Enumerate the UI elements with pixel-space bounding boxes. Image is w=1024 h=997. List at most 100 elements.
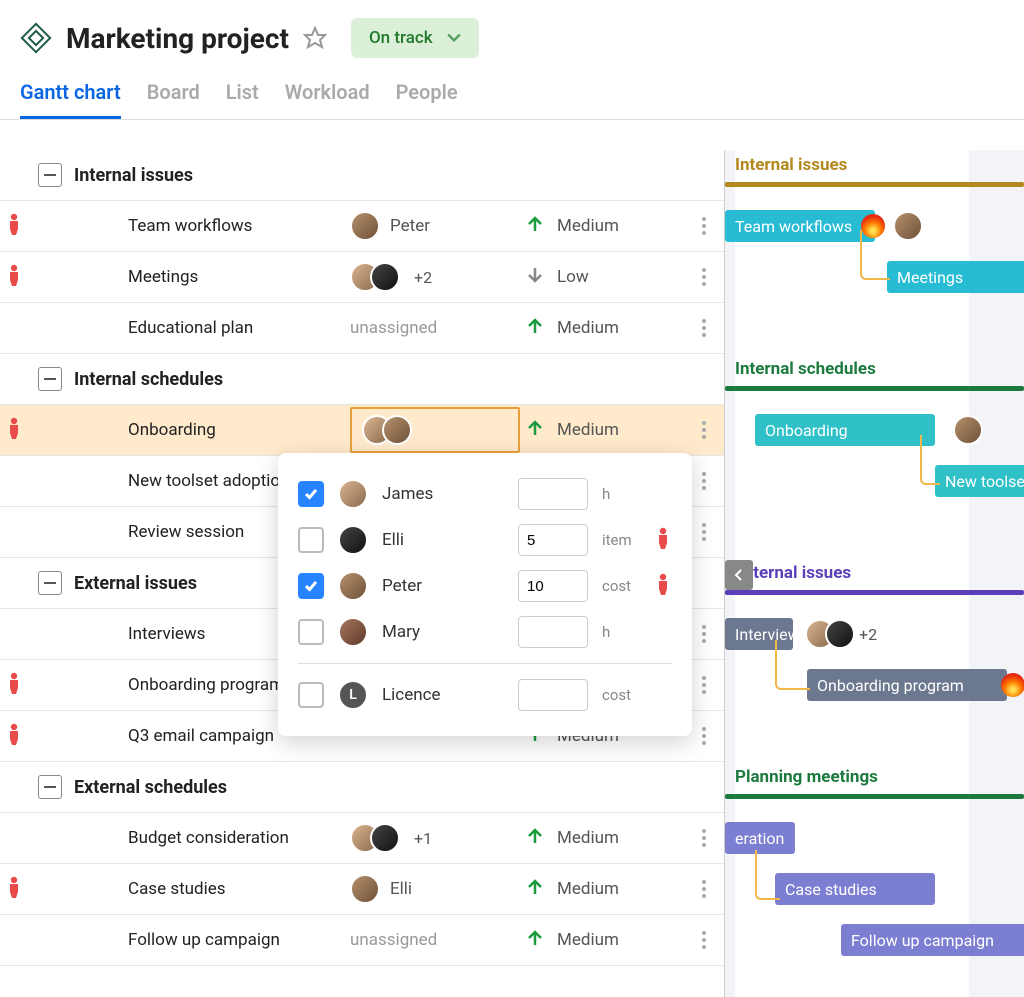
priority-cell[interactable]: Medium <box>525 928 619 953</box>
group-row: Internal issues <box>0 150 724 201</box>
gantt-bar[interactable]: Meetings <box>887 261 1024 293</box>
checkbox[interactable] <box>298 573 324 599</box>
checkbox[interactable] <box>298 682 324 708</box>
tab-gantt-chart[interactable]: Gantt chart <box>20 80 121 119</box>
arrow-up-icon <box>525 316 545 341</box>
allocation-input[interactable] <box>518 679 588 711</box>
task-row[interactable]: Budget consideration +1 Medium <box>0 813 724 864</box>
collapse-toggle[interactable] <box>38 163 62 187</box>
avatar <box>893 211 923 241</box>
tab-people[interactable]: People <box>396 80 458 119</box>
gantt-bar[interactable]: Case studies <box>775 873 935 905</box>
task-row[interactable]: Meetings +2 Low <box>0 252 724 303</box>
gantt-bar[interactable]: Team workflows <box>725 210 875 242</box>
resource-indicator <box>0 672 28 698</box>
avatar <box>953 415 983 445</box>
priority-cell[interactable]: Low <box>525 265 589 290</box>
assignee-option[interactable]: Elliitem <box>298 517 672 563</box>
group-label: External schedules <box>74 777 227 798</box>
task-name: Budget consideration <box>28 828 289 848</box>
allocation-input[interactable] <box>518 524 588 556</box>
assignee-name: James <box>382 484 504 504</box>
more-menu[interactable] <box>694 676 714 694</box>
checkbox[interactable] <box>298 527 324 553</box>
assignee-cell[interactable]: Elli <box>350 874 412 904</box>
task-name: Onboarding <box>28 420 216 440</box>
gantt-bar[interactable]: New toolset adoption <box>935 465 1024 497</box>
more-menu[interactable] <box>694 829 714 847</box>
more-menu[interactable] <box>694 319 714 337</box>
avatar <box>338 617 368 647</box>
dependency-connector <box>920 435 940 485</box>
collapse-toggle[interactable] <box>38 775 62 799</box>
task-name: Q3 email campaign <box>28 726 274 746</box>
gantt-group-label: Planning meetings <box>735 767 878 787</box>
more-menu[interactable] <box>694 472 714 490</box>
more-menu[interactable] <box>694 268 714 286</box>
avatar-group: +2 <box>805 619 877 649</box>
assignee-cell[interactable] <box>350 407 520 453</box>
dependency-connector <box>755 850 780 900</box>
gantt-group-label: Internal schedules <box>735 359 876 379</box>
more-menu[interactable] <box>694 625 714 643</box>
gantt-bar[interactable]: Follow up campaign <box>841 924 1024 956</box>
resource-indicator <box>0 876 28 902</box>
task-name: Interviews <box>28 624 205 644</box>
group-label: Internal schedules <box>74 369 223 390</box>
task-row[interactable]: Follow up campaignunassignedMedium <box>0 915 724 966</box>
chevron-down-icon <box>447 28 461 48</box>
more-menu[interactable] <box>694 727 714 745</box>
flame-icon <box>1001 673 1024 697</box>
assignee-option[interactable]: Maryh <box>298 609 672 655</box>
resource-name: Licence <box>382 685 504 705</box>
gantt-group-bar <box>725 182 1024 187</box>
allocation-input[interactable] <box>518 616 588 648</box>
more-menu[interactable] <box>694 523 714 541</box>
priority-cell[interactable]: Medium <box>525 316 619 341</box>
more-menu[interactable] <box>694 217 714 235</box>
arrow-up-icon <box>525 826 545 851</box>
status-dropdown[interactable]: On track <box>351 18 479 58</box>
more-menu[interactable] <box>694 880 714 898</box>
allocation-input[interactable] <box>518 478 588 510</box>
arrow-up-icon <box>525 214 545 239</box>
task-row[interactable]: Educational planunassignedMedium <box>0 303 724 354</box>
more-menu[interactable] <box>694 931 714 949</box>
assignee-option[interactable]: James h <box>298 471 672 517</box>
unit-label: h <box>602 485 640 503</box>
tab-list[interactable]: List <box>226 80 259 119</box>
task-row[interactable]: Team workflowsPeterMedium <box>0 201 724 252</box>
view-tabs: Gantt chart Board List Workload People <box>0 58 1024 120</box>
priority-cell[interactable]: Medium <box>525 418 619 443</box>
star-icon[interactable] <box>303 26 327 50</box>
task-row[interactable]: Case studiesElliMedium <box>0 864 724 915</box>
resource-option[interactable]: LLicencecost <box>298 672 672 718</box>
group-label: External issues <box>74 573 197 594</box>
collapse-toggle[interactable] <box>38 367 62 391</box>
checkbox[interactable] <box>298 481 324 507</box>
gantt-bar[interactable]: Onboarding <box>755 414 935 446</box>
more-menu[interactable] <box>694 421 714 439</box>
assignee-name: Peter <box>382 576 504 596</box>
tab-board[interactable]: Board <box>147 80 200 119</box>
checkbox[interactable] <box>298 619 324 645</box>
tab-workload[interactable]: Workload <box>285 80 370 119</box>
task-row[interactable]: Onboarding Medium <box>0 405 724 456</box>
assignee-cell[interactable]: unassigned <box>350 930 437 950</box>
assignee-cell[interactable]: +1 <box>350 823 432 853</box>
collapse-toggle[interactable] <box>38 571 62 595</box>
task-name: Meetings <box>28 267 198 287</box>
priority-cell[interactable]: Medium <box>525 826 619 851</box>
priority-cell[interactable]: Medium <box>525 877 619 902</box>
assignee-cell[interactable]: +2 <box>350 262 432 292</box>
allocation-input[interactable] <box>518 570 588 602</box>
assignee-option[interactable]: Petercost <box>298 563 672 609</box>
assignee-cell[interactable]: Peter <box>350 211 430 241</box>
dependency-connector <box>775 640 810 690</box>
collapse-left-icon[interactable] <box>725 560 753 590</box>
project-title: Marketing project <box>66 22 289 55</box>
task-name: New toolset adoption <box>28 471 289 491</box>
assignee-cell[interactable]: unassigned <box>350 318 437 338</box>
gantt-bar[interactable]: Onboarding program <box>807 669 1007 701</box>
priority-cell[interactable]: Medium <box>525 214 619 239</box>
